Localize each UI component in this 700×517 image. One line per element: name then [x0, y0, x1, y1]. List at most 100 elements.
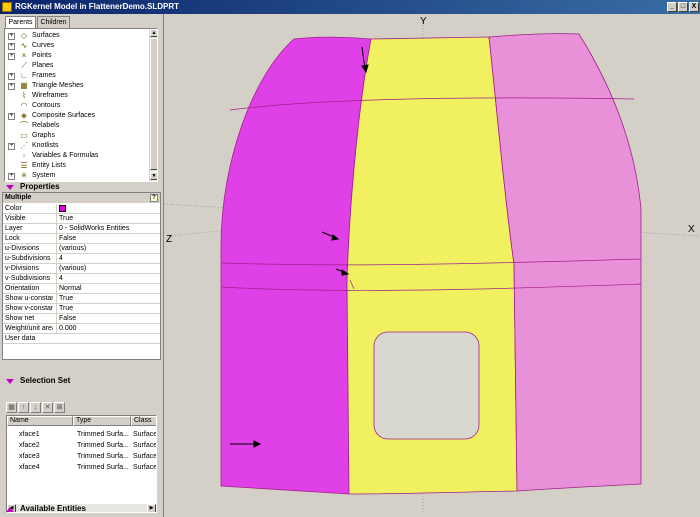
property-row[interactable]: User data — [3, 334, 160, 344]
property-name: Weight/unit area — [5, 325, 53, 332]
column-header-class[interactable]: Class — [131, 416, 156, 426]
list-item[interactable]: xface1 Trimmed Surfa... Surface — [7, 430, 156, 440]
property-value[interactable]: Normal — [56, 284, 158, 293]
expand-icon[interactable]: + — [8, 53, 15, 60]
scroll-thumb[interactable] — [150, 38, 157, 170]
tree-item[interactable]: + ◇ Surfaces — [5, 31, 150, 41]
property-row[interactable]: Visible True — [3, 214, 160, 224]
expand-icon[interactable]: + — [8, 73, 15, 80]
column-header-name[interactable]: Name — [7, 416, 73, 426]
property-row[interactable]: Weight/unit area 0.000 — [3, 324, 160, 334]
tree-item-label: Surfaces — [32, 32, 60, 39]
close-button[interactable]: X — [689, 2, 699, 12]
system-icon: ✳ — [20, 171, 28, 180]
list-cell-type: Trimmed Surfa... — [77, 453, 129, 460]
list-cell-type: Trimmed Surfa... — [77, 442, 129, 449]
list-item[interactable]: xface4 Trimmed Surfa... Surface — [7, 463, 156, 473]
property-row[interactable]: u-Subdivisions 4 — [3, 254, 160, 264]
tree-item[interactable]: + ∟ Frames — [5, 71, 150, 81]
planes-icon: ⟋ — [21, 61, 27, 70]
property-value[interactable]: 4 — [56, 254, 158, 263]
wireframes-icon: ⌇ — [22, 91, 26, 100]
minimize-button[interactable]: _ — [667, 2, 677, 12]
list-cell-name: xface3 — [19, 453, 40, 460]
tree-item-label: Knotlists — [32, 142, 59, 149]
expand-icon[interactable]: + — [8, 83, 15, 90]
property-row[interactable]: Show net False — [3, 314, 160, 324]
property-value[interactable]: 0 - SolidWorks Entities — [56, 224, 158, 233]
property-row[interactable]: Lock False — [3, 234, 160, 244]
tree-item[interactable]: + × Points — [5, 51, 150, 61]
property-row[interactable]: v-Subdivisions 4 — [3, 274, 160, 284]
list-cell-type: Trimmed Surfa... — [77, 464, 129, 471]
property-row[interactable]: Layer 0 - SolidWorks Entities — [3, 224, 160, 234]
contours-icon: ◠ — [20, 101, 28, 110]
model-viewport[interactable]: Y X Z — [163, 14, 700, 517]
property-name: u-Subdivisions — [5, 255, 51, 262]
select-all-icon[interactable]: ▦ — [6, 402, 17, 413]
available-entities-header[interactable]: Available Entities — [0, 504, 163, 514]
tree-item[interactable]: + ⋰ Knotlists — [5, 141, 150, 151]
property-value[interactable]: False — [56, 314, 158, 323]
properties-header[interactable]: Properties — [0, 182, 163, 192]
cutout-hole — [373, 331, 480, 440]
color-swatch[interactable] — [59, 205, 66, 212]
entity-lists-icon: ☰ — [20, 161, 28, 170]
tree-item[interactable]: ☰ Entity Lists — [5, 161, 150, 171]
move-down-icon[interactable]: ↓ — [30, 402, 41, 413]
tree-item[interactable]: ⟋ Planes — [5, 61, 150, 71]
property-row[interactable]: Color — [3, 204, 160, 215]
tree-item[interactable]: + ◈ Composite Surfaces — [5, 111, 150, 121]
property-value[interactable]: (various) — [56, 244, 158, 253]
property-value[interactable]: True — [56, 214, 158, 223]
tree-item[interactable]: ◠ Contours — [5, 101, 150, 111]
collapse-arrow-icon[interactable] — [6, 185, 14, 190]
selection-set-header[interactable]: Selection Set — [0, 376, 163, 386]
expand-arrow-icon[interactable] — [6, 507, 14, 512]
property-row[interactable]: Show v-constant True — [3, 304, 160, 314]
property-value[interactable]: 4 — [56, 274, 158, 283]
clear-icon[interactable]: ⊠ — [54, 402, 65, 413]
property-value[interactable]: 0.000 — [56, 324, 158, 333]
move-up-icon[interactable]: ↑ — [18, 402, 29, 413]
viewport-canvas[interactable]: Y X Z — [164, 14, 700, 517]
tree-item-label: Wireframes — [32, 92, 68, 99]
tab-parents[interactable]: Parents — [5, 16, 36, 28]
property-value[interactable]: True — [56, 304, 158, 313]
property-value[interactable]: False — [56, 234, 158, 243]
property-name: v-Subdivisions — [5, 275, 51, 282]
list-item[interactable]: xface3 Trimmed Surfa... Surface — [7, 452, 156, 462]
surfaces-icon: ◇ — [20, 31, 28, 40]
tree-item[interactable]: ▭ Graphs — [5, 131, 150, 141]
property-row[interactable]: u-Divisions (various) — [3, 244, 160, 254]
tree-item[interactable]: ⌒ Relabels — [5, 121, 150, 131]
expand-icon[interactable]: + — [8, 143, 15, 150]
property-value[interactable]: True — [56, 294, 158, 303]
tree-scrollbar[interactable]: ▲ ▼ — [149, 29, 157, 181]
expand-icon[interactable]: + — [8, 33, 15, 40]
property-row[interactable]: Show u-constant True — [3, 294, 160, 304]
remove-icon[interactable]: ✕ — [42, 402, 53, 413]
column-header-type[interactable]: Type — [73, 416, 131, 426]
expand-icon[interactable]: + — [8, 113, 15, 120]
list-item[interactable]: xface2 Trimmed Surfa... Surface — [7, 441, 156, 451]
tree-item-label: Triangle Meshes — [32, 82, 84, 89]
knotlists-icon: ⋰ — [20, 141, 28, 150]
tree-item[interactable]: + ∿ Curves — [5, 41, 150, 51]
expand-icon[interactable]: + — [8, 173, 15, 180]
maximize-button[interactable]: □ — [678, 2, 688, 12]
scroll-up-icon[interactable]: ▲ — [150, 29, 157, 37]
tree-item-label: Entity Lists — [32, 162, 66, 169]
tab-children[interactable]: Children — [37, 16, 70, 28]
tree-item[interactable]: ◦ Variables & Formulas — [5, 151, 150, 161]
scroll-down-icon[interactable]: ▼ — [150, 172, 157, 180]
tree-item[interactable]: ⌇ Wireframes — [5, 91, 150, 101]
expand-icon[interactable]: + — [8, 43, 15, 50]
collapse-arrow-icon[interactable] — [6, 379, 14, 384]
property-row[interactable]: Orientation Normal — [3, 284, 160, 294]
help-icon[interactable]: ? — [150, 194, 158, 202]
property-value[interactable]: (various) — [56, 264, 158, 273]
tree-item[interactable]: + ✳ System — [5, 171, 150, 181]
property-row[interactable]: v-Divisions (various) — [3, 264, 160, 274]
tree-item[interactable]: + ▦ Triangle Meshes — [5, 81, 150, 91]
